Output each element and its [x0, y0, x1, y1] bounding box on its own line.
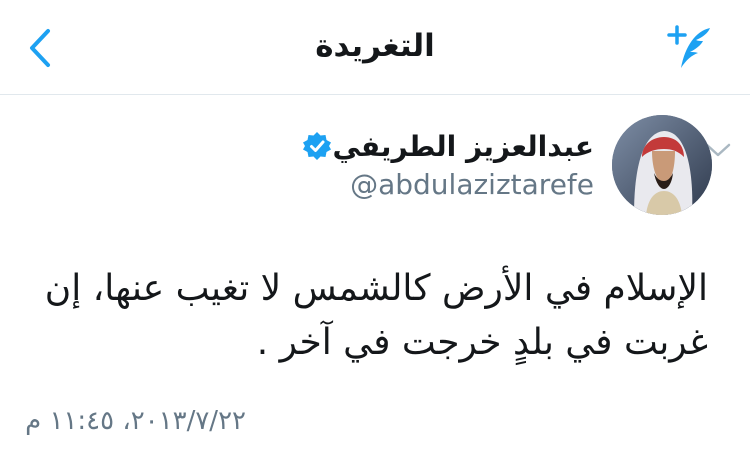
compose-tweet-button[interactable] [666, 22, 718, 74]
avatar[interactable] [612, 115, 712, 215]
tweet-timestamp: ٢٠١٣/٧/٢٢، ١١:٤٥ م [25, 406, 246, 436]
author-name-row[interactable]: عبدالعزيز الطريفي [0, 130, 594, 163]
profile-photo [612, 115, 712, 215]
author-handle[interactable]: @abdulaziztarefe [0, 168, 594, 201]
navigation-bar: التغريدة [0, 0, 750, 95]
author-name[interactable]: عبدالعزيز الطريفي [332, 130, 594, 163]
verified-badge-icon [303, 132, 332, 160]
tweet-text: الإسلام في الأرض كالشمس لا تغيب عنها، إن… [44, 268, 708, 363]
compose-tweet-icon [667, 25, 710, 68]
page-title: التغريدة [315, 28, 435, 64]
tweet-header: عبدالعزيز الطريفي @abdulaziztarefe [0, 94, 750, 234]
